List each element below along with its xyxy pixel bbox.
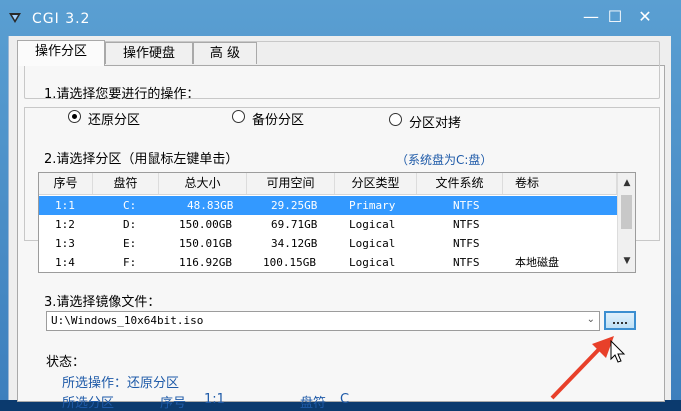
- cell-type: Logical: [349, 256, 396, 269]
- col-header-fs[interactable]: 文件系统: [417, 173, 503, 194]
- cell-type: Logical: [349, 237, 396, 250]
- mouse-cursor-icon: [610, 340, 626, 363]
- browse-button[interactable]: [604, 311, 636, 330]
- cell-fs: NTFS: [453, 199, 480, 212]
- chevron-down-icon[interactable]: ⌄: [587, 314, 595, 325]
- scroll-down-icon[interactable]: ▼: [618, 253, 635, 270]
- cell-free: 100.15GB: [263, 256, 316, 269]
- status-drive-label: 盘符: [300, 396, 327, 411]
- step1-label: 1.请选择您要进行的操作：: [44, 87, 200, 102]
- table-row[interactable]: 1:3 E: 150.01GB 34.12GB Logical NTFS: [39, 234, 617, 253]
- cell-drive: F:: [123, 256, 137, 269]
- status-operation: 所选操作：还原分区: [62, 376, 180, 391]
- cell-fs: NTFS: [453, 256, 480, 269]
- col-header-total[interactable]: 总大小: [159, 173, 247, 194]
- image-file-select[interactable]: U:\Windows_10x64bit.iso ⌄: [46, 311, 600, 331]
- col-header-drive[interactable]: 盘符: [93, 173, 159, 194]
- close-button[interactable]: ✕: [634, 8, 656, 26]
- cell-drive: E:: [123, 237, 137, 250]
- cell-label: 本地磁盘: [515, 256, 559, 269]
- app-icon: [9, 13, 21, 23]
- status-label: 状态：: [46, 355, 86, 370]
- cell-drive: D:: [123, 218, 137, 231]
- title-bar[interactable]: CGI 3.2 — ☐ ✕: [0, 0, 681, 36]
- col-header-free[interactable]: 可用空间: [247, 173, 335, 194]
- minimize-button[interactable]: —: [580, 8, 602, 26]
- scroll-up-icon[interactable]: ▲: [618, 175, 635, 192]
- cell-seq: 1:1: [55, 199, 75, 212]
- image-file-value: U:\Windows_10x64bit.iso: [51, 314, 204, 327]
- cell-type: Primary: [349, 199, 396, 212]
- cell-drive: C:: [123, 199, 137, 212]
- ellipsis-icon: [613, 318, 627, 324]
- partition-list[interactable]: 序号 盘符 总大小 可用空间 分区类型 文件系统 卷标 1:1 C: 48.83…: [38, 172, 636, 273]
- maximize-button[interactable]: ☐: [604, 8, 626, 26]
- step2-label: 2.请选择分区（用鼠标左键单击）: [44, 152, 239, 167]
- annotation-arrow-icon: [550, 336, 614, 400]
- cell-seq: 1:3: [55, 237, 75, 250]
- cell-fs: NTFS: [453, 218, 480, 231]
- cell-seq: 1:2: [55, 218, 75, 231]
- cell-type: Logical: [349, 218, 396, 231]
- cell-total: 116.92GB: [179, 256, 232, 269]
- table-row[interactable]: 1:4 F: 116.92GB 100.15GB Logical NTFS 本地…: [39, 253, 617, 272]
- system-disk-note: （系统盘为C:盘）: [396, 153, 493, 167]
- app-window: CGI 3.2 — ☐ ✕ 操作分区 操作硬盘 高 级 1.请选择您要进行的操作…: [0, 0, 681, 411]
- cell-free: 34.12GB: [271, 237, 318, 250]
- cell-total: 150.00GB: [179, 218, 232, 231]
- step3-label: 3.请选择镜像文件：: [44, 295, 161, 310]
- scroll-thumb[interactable]: [621, 195, 632, 229]
- table-row[interactable]: 1:2 D: 150.00GB 69.71GB Logical NTFS: [39, 215, 617, 234]
- col-header-seq[interactable]: 序号: [39, 173, 93, 194]
- col-header-type[interactable]: 分区类型: [335, 173, 417, 194]
- cell-seq: 1:4: [55, 256, 75, 269]
- cell-total: 150.01GB: [179, 237, 232, 250]
- status-seq-label: 序号: [160, 396, 187, 411]
- table-row[interactable]: 1:1 C: 48.83GB 29.25GB Primary NTFS: [39, 196, 617, 215]
- cell-total: 48.83GB: [187, 199, 234, 212]
- status-partition-prefix: 所选分区: [62, 396, 115, 411]
- window-title: CGI 3.2: [32, 11, 91, 27]
- cell-free: 69.71GB: [271, 218, 318, 231]
- list-header: 序号 盘符 总大小 可用空间 分区类型 文件系统 卷标: [39, 173, 617, 195]
- list-scrollbar[interactable]: ▲ ▼: [617, 173, 635, 272]
- cell-free: 29.25GB: [271, 199, 318, 212]
- tab-partition[interactable]: 操作分区: [17, 40, 105, 66]
- col-header-label[interactable]: 卷标: [503, 173, 617, 194]
- cell-fs: NTFS: [453, 237, 480, 250]
